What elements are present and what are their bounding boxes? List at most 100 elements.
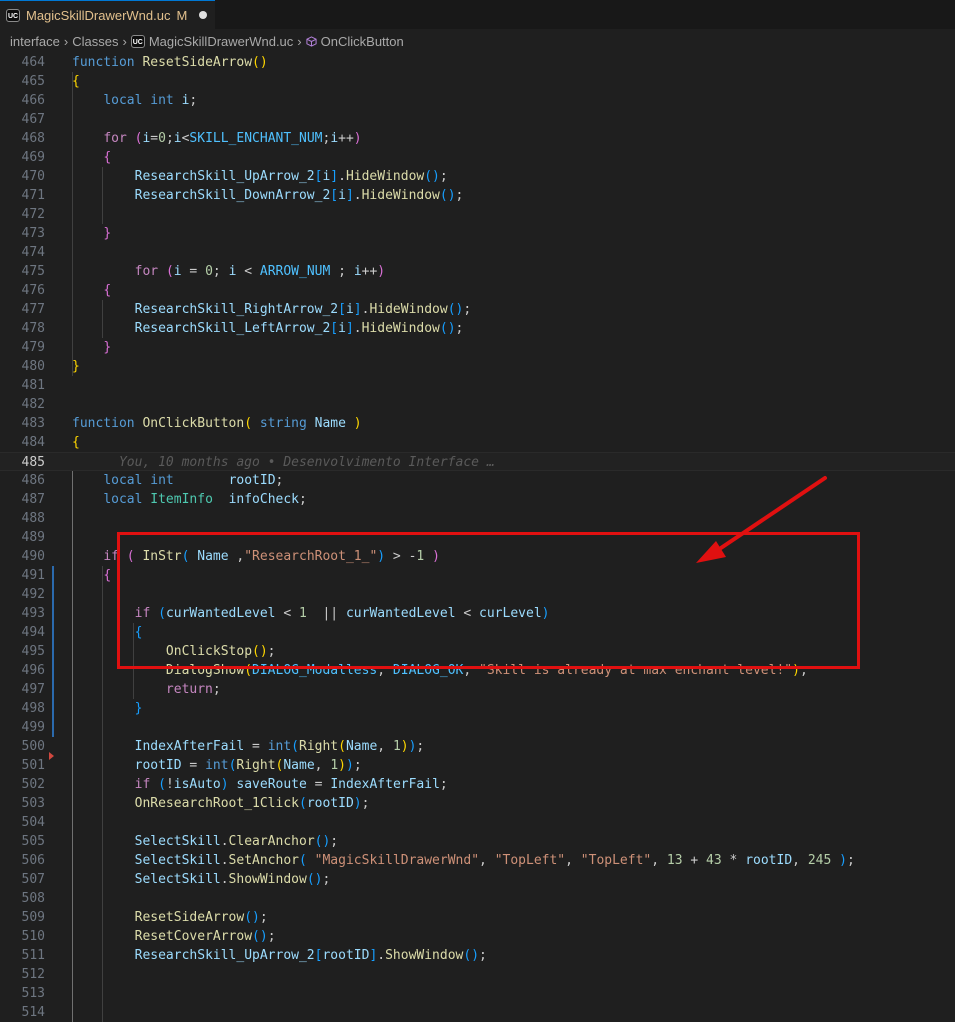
code-line[interactable]: 479 } bbox=[0, 338, 955, 357]
line-number: 468 bbox=[21, 131, 45, 146]
code-token: isAuto bbox=[173, 777, 221, 792]
code-editor[interactable]: 464 function ResetSideArrow() 465{466 loca… bbox=[0, 53, 955, 1022]
code-line[interactable]: 482 bbox=[0, 395, 955, 414]
editor-tab[interactable]: UC MagicSkillDrawerWnd.uc M bbox=[0, 0, 215, 29]
code-token: < bbox=[236, 264, 260, 279]
code-token: int bbox=[267, 739, 292, 754]
code-line[interactable]: 499 bbox=[0, 718, 955, 737]
code-line[interactable]: 472 bbox=[0, 205, 955, 224]
code-line[interactable]: 475 for (i = 0; i < ARROW_NUM ; i++) bbox=[0, 262, 955, 281]
code-line[interactable]: 465 { bbox=[0, 72, 955, 91]
code-token: ) bbox=[541, 606, 550, 621]
code-line[interactable]: 487 local ItemInfo infoCheck; bbox=[0, 490, 955, 509]
code-line[interactable]: 507 SelectSkill.ShowWindow(); bbox=[0, 870, 955, 889]
code-line[interactable]: 514 bbox=[0, 1003, 955, 1022]
code-line[interactable]: 486 local int rootID; bbox=[0, 471, 955, 490]
code-line[interactable]: 488 bbox=[0, 509, 955, 528]
code-token: ) bbox=[831, 853, 847, 868]
code-line[interactable]: 473 } bbox=[0, 224, 955, 243]
code-token: () bbox=[252, 55, 268, 70]
code-text: rootID = int(Right(Name, 1)); bbox=[72, 756, 362, 775]
code-line[interactable]: 489 bbox=[0, 528, 955, 547]
code-token: "MagicSkillDrawerWnd" bbox=[314, 853, 480, 868]
code-line[interactable]: 480} bbox=[0, 357, 955, 376]
code-token: = bbox=[181, 264, 206, 279]
code-line[interactable]: 493 if (curWantedLevel < 1 || curWantedL… bbox=[0, 604, 955, 623]
code-token: ; bbox=[322, 872, 331, 887]
breadcrumb-item-file[interactable]: UC MagicSkillDrawerWnd.uc bbox=[130, 34, 293, 49]
code-line[interactable]: 505 SelectSkill.ClearAnchor(); bbox=[0, 832, 955, 851]
code-line[interactable]: 502 if (!isAuto) saveRoute = IndexAfterF… bbox=[0, 775, 955, 794]
code-text: SelectSkill.ClearAnchor(); bbox=[72, 832, 339, 851]
code-token: ; bbox=[267, 929, 276, 944]
code-line[interactable]: 511 ResearchSkill_UpArrow_2[rootID].Show… bbox=[0, 946, 955, 965]
current-code-line[interactable]: 485 You, 10 months ago • Desenvolvimento… bbox=[0, 452, 955, 471]
code-line[interactable]: 476 { bbox=[0, 281, 955, 300]
code-token: local bbox=[103, 93, 151, 108]
line-number: 470 bbox=[21, 169, 45, 184]
code-token: } bbox=[103, 340, 112, 355]
code-line[interactable]: 494 { bbox=[0, 623, 955, 642]
code-line[interactable]: 504 bbox=[0, 813, 955, 832]
code-text: { bbox=[72, 281, 111, 300]
code-line[interactable]: 513 bbox=[0, 984, 955, 1003]
code-line[interactable]: 500 IndexAfterFail = int(Right(Name, 1))… bbox=[0, 737, 955, 756]
code-token: ; bbox=[479, 948, 487, 963]
breadcrumb-item-classes[interactable]: Classes bbox=[72, 34, 118, 49]
code-line[interactable]: 490 if ( InStr( Name ,"ResearchRoot_1_")… bbox=[0, 547, 955, 566]
unsaved-dot-icon[interactable] bbox=[199, 11, 208, 19]
code-line[interactable]: 492 bbox=[0, 585, 955, 604]
code-text: SelectSkill.ShowWindow(); bbox=[72, 870, 331, 889]
code-text: { bbox=[72, 72, 80, 91]
code-line[interactable]: 478 ResearchSkill_LeftArrow_2[i].HideWin… bbox=[0, 319, 955, 338]
code-text: { bbox=[72, 148, 111, 167]
code-token: string bbox=[259, 416, 315, 431]
code-line[interactable]: 467 bbox=[0, 110, 955, 129]
code-token: ARROW_NUM bbox=[259, 264, 331, 279]
code-line[interactable]: 495 OnClickStop(); bbox=[0, 642, 955, 661]
code-token: 1 bbox=[299, 606, 307, 621]
code-line[interactable]: 512 bbox=[0, 965, 955, 984]
code-line[interactable]: 498 } bbox=[0, 699, 955, 718]
code-line[interactable]: 477 ResearchSkill_RightArrow_2[i].HideWi… bbox=[0, 300, 955, 319]
line-number: 506 bbox=[21, 853, 45, 868]
line-number: 484 bbox=[21, 435, 45, 450]
git-blame-annotation[interactable]: You, 10 months ago • Desenvolvimento Int… bbox=[72, 455, 495, 470]
code-line[interactable]: 469 { bbox=[0, 148, 955, 167]
code-line[interactable]: 508 bbox=[0, 889, 955, 908]
code-text: ResearchSkill_RightArrow_2[i].HideWindow… bbox=[72, 300, 472, 319]
line-number: 469 bbox=[21, 150, 45, 165]
code-line[interactable]: 471 ResearchSkill_DownArrow_2[i].HideWin… bbox=[0, 186, 955, 205]
code-line[interactable]: 501 rootID = int(Right(Name, 1)); bbox=[0, 756, 955, 775]
line-number: 512 bbox=[21, 967, 45, 982]
code-line[interactable]: 483 function OnClickButton( string Name ) bbox=[0, 414, 955, 433]
code-line[interactable]: 491 { bbox=[0, 566, 955, 585]
code-line[interactable]: 496 DialogShow(DIALOG_Modalless, DIALOG_… bbox=[0, 661, 955, 680]
code-line[interactable]: 509 ResetSideArrow(); bbox=[0, 908, 955, 927]
code-line[interactable]: 466 local int i; bbox=[0, 91, 955, 110]
code-token: ResearchSkill_LeftArrow_2 bbox=[134, 321, 331, 336]
code-line[interactable]: 497 return; bbox=[0, 680, 955, 699]
code-token: ItemInfo bbox=[150, 492, 229, 507]
code-line[interactable]: 484 { bbox=[0, 433, 955, 452]
code-line[interactable]: 481 bbox=[0, 376, 955, 395]
breadcrumb-item-interface[interactable]: interface bbox=[10, 34, 60, 49]
breadcrumb-item-symbol[interactable]: OnClickButton bbox=[306, 34, 404, 49]
deleted-lines-marker-icon[interactable] bbox=[49, 752, 54, 760]
code-line[interactable]: 503 OnResearchRoot_1Click(rootID); bbox=[0, 794, 955, 813]
code-token: OnClickStop bbox=[165, 644, 253, 659]
code-token: { bbox=[103, 568, 112, 583]
code-line[interactable]: 470 ResearchSkill_UpArrow_2[i].HideWindo… bbox=[0, 167, 955, 186]
line-number: 472 bbox=[21, 207, 45, 222]
code-line[interactable]: 510 ResetCoverArrow(); bbox=[0, 927, 955, 946]
code-line[interactable]: 506 SelectSkill.SetAnchor( "MagicSkillDr… bbox=[0, 851, 955, 870]
code-line[interactable]: 464 function ResetSideArrow() bbox=[0, 53, 955, 72]
code-text: IndexAfterFail = int(Right(Name, 1)); bbox=[72, 737, 425, 756]
code-line[interactable]: 474 bbox=[0, 243, 955, 262]
code-text: ResearchSkill_DownArrow_2[i].HideWindow(… bbox=[72, 186, 464, 205]
code-line[interactable]: 468 for (i=0;i<SKILL_ENCHANT_NUM;i++) bbox=[0, 129, 955, 148]
